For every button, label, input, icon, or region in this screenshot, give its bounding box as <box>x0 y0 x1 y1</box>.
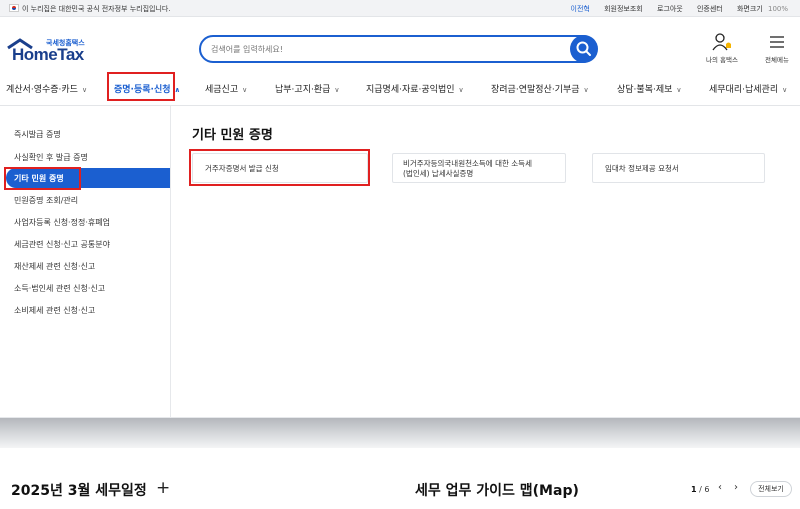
korea-flag-icon <box>9 4 19 12</box>
government-notice-bar: 이 누리집은 대한민국 공식 전자정부 누리집입니다. 이전혁 회원정보조회 로… <box>0 0 800 17</box>
nav-label: 세무대리·납세관리 <box>709 85 779 95</box>
nav-label: 장려금·연말정산·기부금 <box>491 85 580 95</box>
my-hometax-button[interactable]: 나의 홈택스 <box>704 32 740 68</box>
total-pages: / 6 <box>699 485 710 494</box>
user-name-link[interactable]: 이전혁 <box>571 5 590 13</box>
nav-consult-appeal[interactable]: 상담·불복·제보 ∨ <box>617 79 682 101</box>
submenu-property-tax[interactable]: 재산제세 관련 신청·신고 <box>14 261 95 272</box>
nav-incentive-yearend[interactable]: 장려금·연말정산·기부금 ∨ <box>491 79 589 101</box>
nav-payment-statement[interactable]: 지급명세·자료·공익법인 ∨ <box>366 79 464 101</box>
submenu-tax-common[interactable]: 세금관련 신청·신고 공통분야 <box>14 239 110 250</box>
chevron-down-icon: ∨ <box>242 86 248 94</box>
plus-icon[interactable]: + <box>156 478 170 498</box>
highlight-box-card <box>189 149 370 186</box>
dropdown-panel: 즉시발급 증명 사실확인 후 발급 증명 기타 민원 증명 민원증명 조회/관리… <box>0 106 800 418</box>
certificate-center-link[interactable]: 인증센터 <box>697 5 723 13</box>
nav-label: 계산서·영수증·카드 <box>6 85 78 95</box>
submenu-income-corporate-tax[interactable]: 소득·법인세 관련 신청·신고 <box>14 283 105 294</box>
hamburger-menu-icon <box>770 36 784 48</box>
chevron-down-icon: ∨ <box>583 86 589 94</box>
chevron-down-icon: ∨ <box>458 86 464 94</box>
chevron-down-icon: ∨ <box>782 86 788 94</box>
submenu-consumption-tax[interactable]: 소비제세 관련 신청·신고 <box>14 305 95 316</box>
nav-tax-filing[interactable]: 세금신고 ∨ <box>205 79 247 101</box>
left-submenu: 즉시발급 증명 사실확인 후 발급 증명 기타 민원 증명 민원증명 조회/관리… <box>0 106 171 418</box>
member-info-link[interactable]: 회원정보조회 <box>604 5 643 13</box>
chevron-down-icon: ∨ <box>81 86 88 94</box>
submenu-verified-certificate[interactable]: 사실확인 후 발급 증명 <box>14 152 88 163</box>
hometax-logo[interactable]: 국세청홈택스 HomeTax <box>6 38 96 68</box>
search-icon <box>576 41 591 56</box>
view-all-button[interactable]: 전체보기 <box>750 481 792 497</box>
nav-payment-notice-refund[interactable]: 납부·고지·환급 ∨ <box>275 79 340 101</box>
zoom-level[interactable]: 100% <box>768 5 788 13</box>
user-icon <box>712 33 731 51</box>
chevron-right-icon[interactable]: › <box>734 482 738 493</box>
guide-map-title: 세무 업무 가이드 맵(Map) <box>415 483 579 499</box>
search-button[interactable] <box>570 35 598 63</box>
card-label-line2: (법인세) 납세사실증명 <box>403 169 474 178</box>
all-menu-label: 전체메뉴 <box>765 56 789 64</box>
submenu-business-registration[interactable]: 사업자등록 신청·정정·휴폐업 <box>14 217 110 228</box>
nav-label: 세금신고 <box>205 85 239 95</box>
logo-text: HomeTax <box>12 45 84 64</box>
site-header: 국세청홈택스 HomeTax 나의 홈택스 전체메뉴 <box>0 18 800 76</box>
nav-label: 납부·고지·환급 <box>275 85 331 95</box>
submenu-instant-certificate[interactable]: 즉시발급 증명 <box>14 129 61 140</box>
tax-schedule-title: 2025년 3월 세무일정 <box>11 483 147 499</box>
screen-size-label[interactable]: 화면크기 <box>737 5 763 13</box>
highlight-box-nav <box>107 72 175 101</box>
all-menu-button[interactable]: 전체메뉴 <box>760 32 794 68</box>
dimmed-overlay <box>0 418 800 448</box>
background-page: 2025년 3월 세무일정 + 세무 업무 가이드 맵(Map) 1 / 6 ‹… <box>0 418 800 509</box>
pager-indicator: 1 / 6 <box>691 485 709 494</box>
nav-label: 지급명세·자료·공익법인 <box>366 85 455 95</box>
highlight-box-submenu <box>4 167 81 190</box>
chevron-left-icon[interactable]: ‹ <box>718 482 722 493</box>
nav-invoice-receipt-card[interactable]: 계산서·영수증·카드 ∨ <box>6 79 87 101</box>
logout-link[interactable]: 로그아웃 <box>657 5 683 13</box>
top-utility-links: 이전혁 회원정보조회 로그아웃 인증센터 화면크기 100% <box>559 4 788 14</box>
section-title: 기타 민원 증명 <box>192 128 273 143</box>
card-lease-info-request[interactable]: 임대차 정보제공 요청서 <box>592 153 765 183</box>
chevron-up-icon: ∧ <box>174 86 181 94</box>
chevron-down-icon: ∨ <box>334 86 340 94</box>
current-page: 1 <box>691 485 697 494</box>
card-nonresident-tax-payment[interactable]: 비거주자등의국내원천소득에 대한 소득세 (법인세) 납세사실증명 <box>392 153 566 183</box>
chevron-down-icon: ∨ <box>676 86 682 94</box>
my-hometax-label: 나의 홈택스 <box>706 56 738 64</box>
submenu-certificate-inquiry[interactable]: 민원증명 조회/관리 <box>14 195 78 206</box>
nav-tax-agent[interactable]: 세무대리·납세관리 ∨ <box>709 79 787 101</box>
search-input[interactable] <box>211 42 561 56</box>
government-notice-text: 이 누리집은 대한민국 공식 전자정부 누리집입니다. <box>22 5 171 13</box>
nav-label: 상담·불복·제보 <box>617 85 673 95</box>
search-box[interactable] <box>199 35 597 63</box>
card-label: 임대차 정보제공 요청서 <box>605 164 679 173</box>
